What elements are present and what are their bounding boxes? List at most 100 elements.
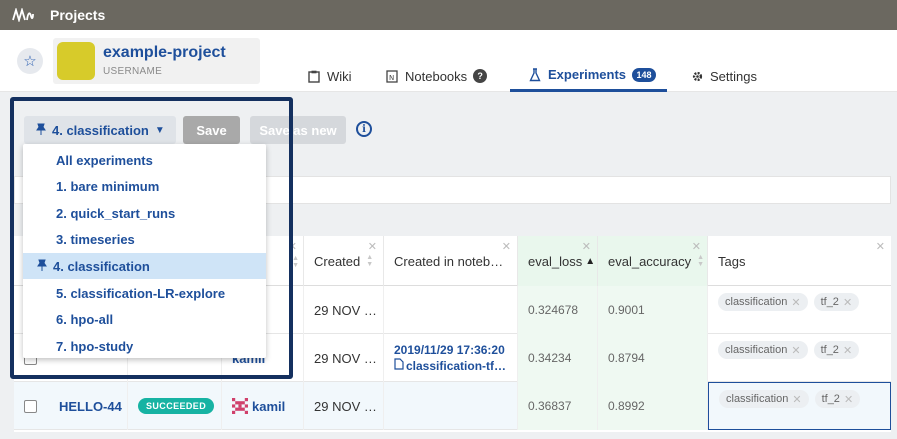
tab-wiki-label: Wiki [327, 68, 352, 84]
info-icon[interactable]: i [356, 121, 372, 137]
notebook-cell [384, 286, 518, 334]
tag-chip[interactable]: classification ✕ [718, 341, 808, 359]
project-card[interactable]: example-project USERNAME [53, 38, 260, 84]
row-checkbox[interactable] [24, 399, 37, 413]
svg-text:N: N [389, 74, 394, 82]
tab-wiki[interactable]: Wiki [307, 60, 352, 92]
eval-accuracy-value: 0.8992 [608, 399, 645, 413]
view-select-label: 4. classification [52, 122, 149, 138]
project-owner: USERNAME [103, 66, 163, 77]
status-badge: SUCCEEDED [138, 398, 215, 414]
sort-asc-icon[interactable]: ▲ [585, 256, 595, 267]
tag-chip[interactable]: classification ✕ [719, 390, 809, 408]
tag-label: tf_2 [820, 344, 839, 356]
notebook-cell [384, 382, 518, 430]
eval-accuracy-cell: 0.8992 [598, 382, 708, 430]
created-cell: 29 NOV … [304, 334, 384, 382]
sort-icon[interactable]: ▲ ▼ [366, 254, 373, 268]
star-icon[interactable]: ☆ [17, 48, 43, 74]
column-label: Created [314, 253, 361, 269]
dropdown-item-label: 4. classification [53, 258, 150, 274]
tag-chip[interactable]: tf_2 ✕ [814, 390, 861, 408]
column-header-created-in-notebook[interactable]: Created in noteb… ✕ [384, 236, 518, 286]
dropdown-item-classification[interactable]: 4. classification [23, 253, 266, 279]
remove-tag-icon[interactable]: ✕ [843, 296, 852, 309]
column-header-created[interactable]: Created ▲ ▼ ✕ [304, 236, 384, 286]
tag-chip[interactable]: tf_2 ✕ [813, 293, 860, 311]
tags-cell[interactable]: classification ✕ tf_2 ✕ [708, 286, 891, 334]
notebook-checkpoint-date: 2019/11/29 17:36:20 [394, 343, 505, 357]
tag-chip[interactable]: tf_2 ✕ [813, 341, 860, 359]
remove-column-icon[interactable]: ✕ [876, 240, 885, 253]
dropdown-item-all-experiments[interactable]: All experiments [23, 147, 266, 173]
tag-label: tf_2 [820, 296, 839, 308]
project-header: ☆ example-project USERNAME Wiki N Notebo… [0, 30, 897, 92]
run-id-link[interactable]: HELLO-44 [59, 399, 122, 414]
remove-column-icon[interactable]: ✕ [582, 240, 591, 253]
eval-loss-value: 0.34234 [528, 351, 572, 365]
column-header-eval-loss[interactable]: eval_loss ▲ ✕ [518, 236, 598, 286]
created-cell: 29 NOV … [304, 382, 384, 430]
remove-tag-icon[interactable]: ✕ [844, 393, 853, 406]
remove-column-icon[interactable]: ✕ [288, 240, 297, 253]
notebook-icon: N [385, 69, 399, 83]
column-header-eval-accuracy[interactable]: eval_accuracy ▲ ▼ ✕ [598, 236, 708, 286]
dropdown-item-timeseries[interactable]: 3. timeseries [23, 226, 266, 252]
column-label: eval_accuracy [608, 253, 692, 269]
eval-accuracy-cell: 0.8794 [598, 334, 708, 382]
dropdown-item-hpo-all[interactable]: 6. hpo-all [23, 306, 266, 332]
owner-cell[interactable]: kamil [222, 382, 304, 430]
user-avatar-icon [232, 398, 248, 414]
dropdown-item-quick-start-runs[interactable]: 2. quick_start_runs [23, 200, 266, 226]
notebook-name: classification-tf… [406, 359, 507, 373]
tab-settings[interactable]: Settings [690, 60, 757, 92]
dropdown-item-hpo-study[interactable]: 7. hpo-study [23, 333, 266, 359]
column-label: Tags [718, 253, 746, 269]
save-as-new-button[interactable]: Save as new [250, 116, 346, 144]
eval-loss-cell: 0.34234 [518, 334, 598, 382]
tag-label: classification [726, 393, 789, 405]
notebook-cell[interactable]: 2019/11/29 17:36:20 classification-tf… [384, 334, 518, 382]
eval-accuracy-value: 0.8794 [608, 351, 645, 365]
dropdown-item-bare-minimum[interactable]: 1. bare minimum [23, 173, 266, 199]
column-header-tags[interactable]: Tags ✕ [708, 236, 891, 286]
eval-loss-value: 0.324678 [528, 303, 579, 317]
remove-tag-icon[interactable]: ✕ [792, 393, 801, 406]
flask-icon [528, 67, 542, 82]
tab-notebooks-label: Notebooks [405, 68, 468, 84]
tags-cell[interactable]: classification ✕ tf_2 ✕ [708, 334, 891, 382]
remove-tag-icon[interactable]: ✕ [791, 344, 800, 357]
sort-icon[interactable]: ▲ ▼ [697, 254, 704, 268]
dropdown-item-classification-lr-explore[interactable]: 5. classification-LR-explore [23, 280, 266, 306]
remove-tag-icon[interactable]: ✕ [843, 344, 852, 357]
tab-settings-label: Settings [710, 68, 757, 84]
eval-accuracy-value: 0.9001 [608, 303, 645, 317]
caret-down-icon: ▼ [154, 124, 165, 136]
tag-label: classification [725, 344, 788, 356]
created-cell: 29 NOV … [304, 286, 384, 334]
remove-column-icon[interactable]: ✕ [692, 240, 701, 253]
project-name[interactable]: example-project [103, 44, 226, 62]
remove-tag-icon[interactable]: ✕ [791, 296, 800, 309]
notebook-link[interactable]: 2019/11/29 17:36:20 classification-tf… [394, 342, 506, 374]
gear-icon [690, 69, 704, 83]
tab-notebooks[interactable]: N Notebooks ? [385, 60, 488, 92]
sort-icon[interactable]: ▲ ▼ [292, 255, 299, 269]
tab-experiments[interactable]: Experiments 148 [510, 60, 667, 92]
neptune-logo-icon[interactable] [10, 0, 36, 30]
save-button[interactable]: Save [183, 116, 240, 144]
view-select[interactable]: 4. classification ▼ [24, 116, 176, 144]
table-row[interactable]: HELLO-44 SUCCEEDED kamil 29 NOV … 0.3683… [14, 382, 891, 430]
experiments-count-badge: 148 [632, 67, 657, 82]
pin-icon [37, 259, 47, 274]
view-dropdown-menu: All experiments 1. bare minimum 2. quick… [23, 144, 266, 358]
eval-loss-cell: 0.36837 [518, 382, 598, 430]
tag-chip[interactable]: classification ✕ [718, 293, 808, 311]
project-avatar [57, 42, 95, 80]
owner-link[interactable]: kamil [232, 398, 285, 414]
projects-link[interactable]: Projects [50, 7, 105, 23]
row-select-cell[interactable]: HELLO-44 [14, 382, 128, 430]
tags-cell[interactable]: classification ✕ tf_2 ✕ [708, 382, 891, 430]
remove-column-icon[interactable]: ✕ [368, 240, 377, 253]
remove-column-icon[interactable]: ✕ [502, 240, 511, 253]
